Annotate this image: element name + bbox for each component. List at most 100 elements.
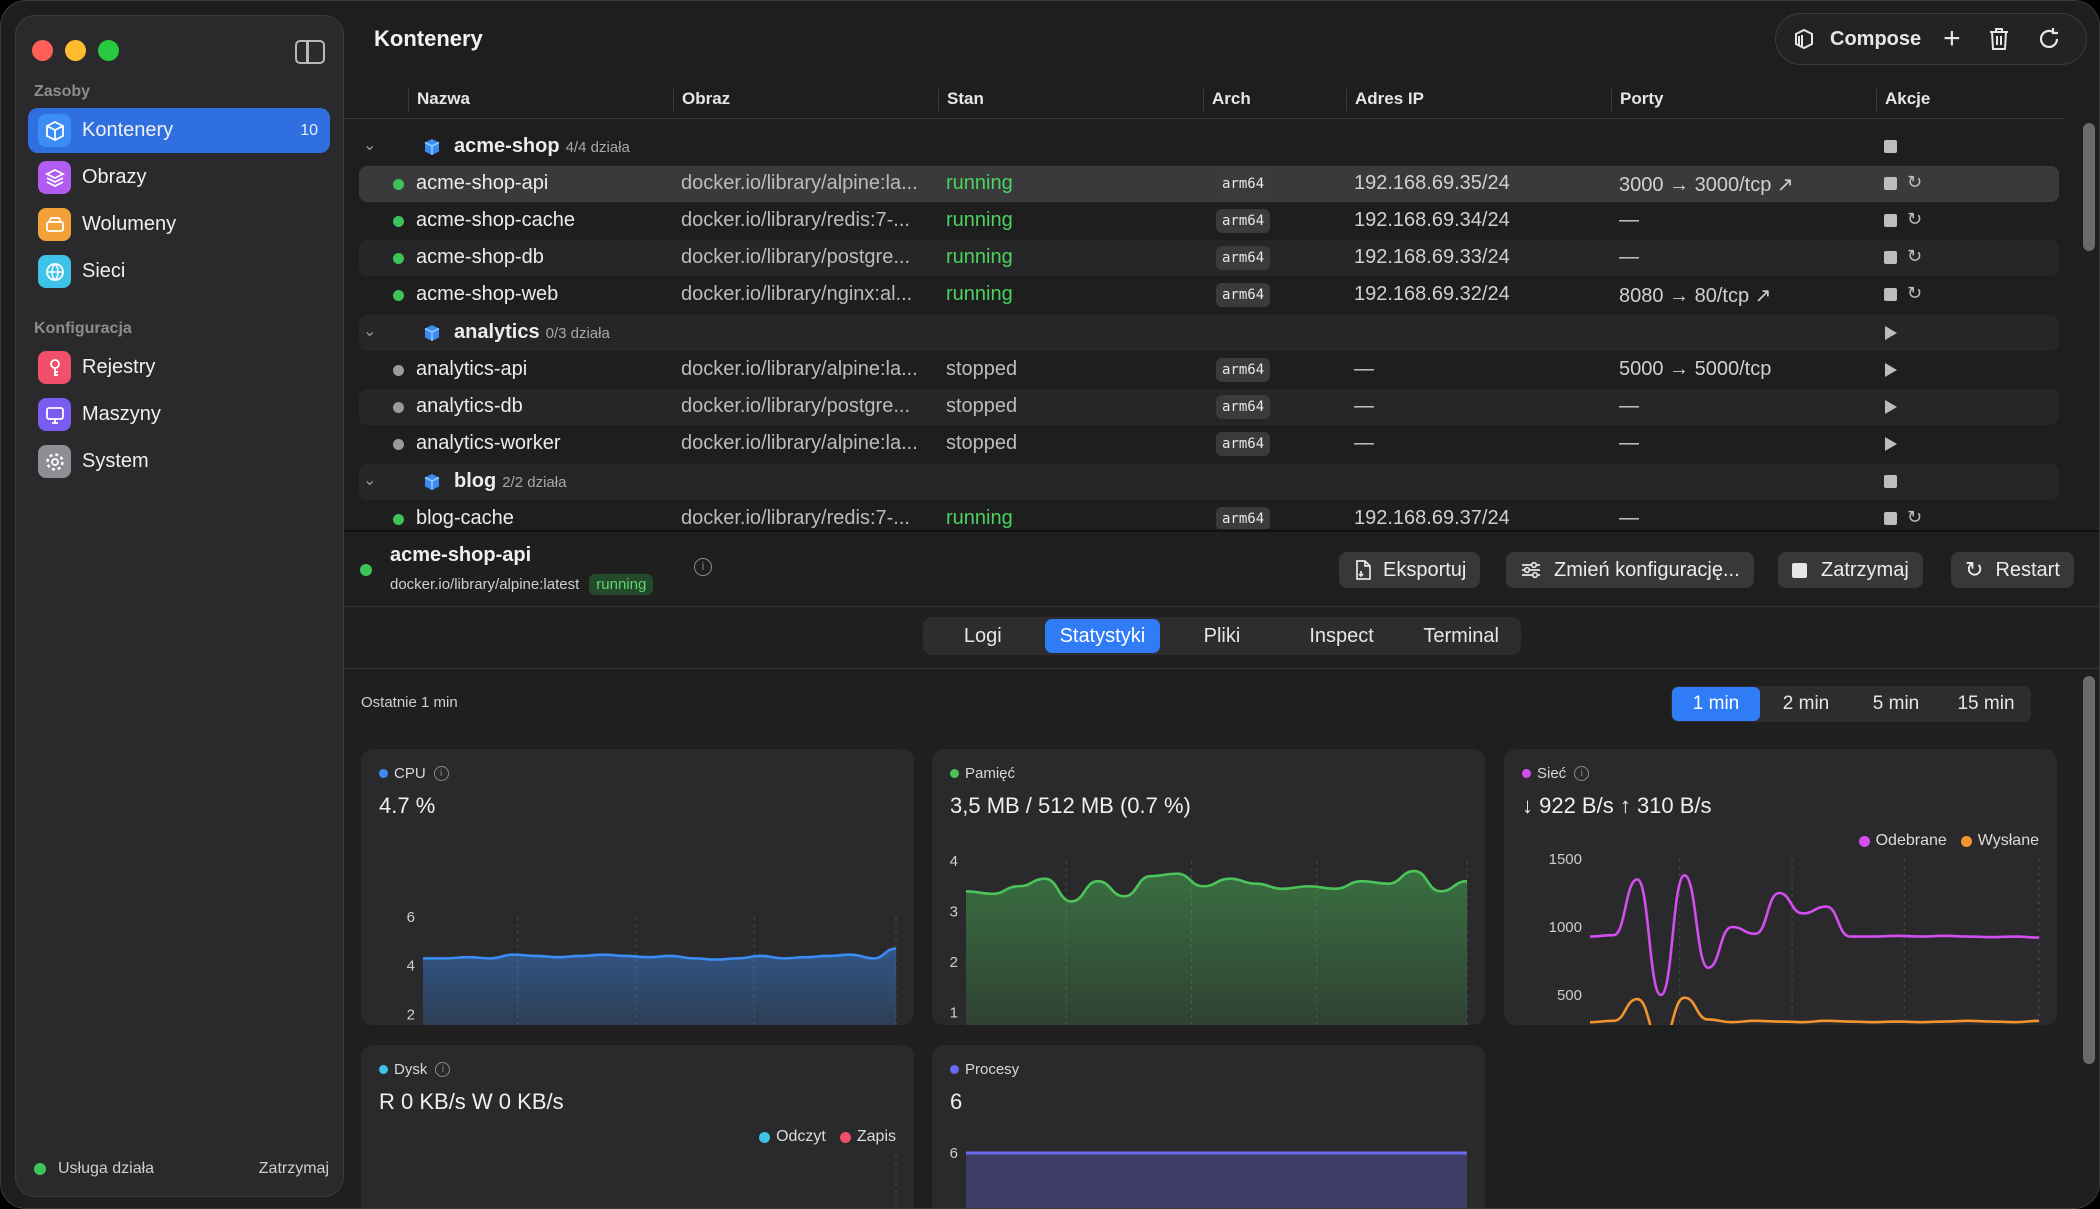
table-row[interactable]: acme-shop-web docker.io/library/nginx:al… [359, 277, 2059, 313]
detail-container-name: acme-shop-api [390, 544, 532, 566]
tab-terminal[interactable]: Terminal [1403, 619, 1519, 653]
refresh-icon[interactable] [2036, 26, 2062, 52]
network-title: Sieć [1537, 765, 1567, 782]
restart-label: Restart [1995, 558, 2060, 581]
network-chart: 05001000150011:39:2211:39:3711:39:52 [1549, 851, 2040, 1025]
container-ports[interactable]: 8080 → 80/tcp ↗ [1619, 283, 1771, 308]
column-header-name[interactable]: Nazwa [408, 89, 470, 111]
table-row[interactable]: analytics-api docker.io/library/alpine:l… [359, 352, 2059, 388]
stop-icon[interactable] [1884, 475, 1897, 488]
sidebar-item-registries[interactable]: Rejestry [28, 345, 330, 390]
column-header-ip[interactable]: Adres IP [1346, 89, 1424, 111]
sidebar-item-label: System [82, 450, 149, 472]
received-legend-dot-icon [1858, 835, 1870, 847]
table-row[interactable]: analytics-db docker.io/library/postgre..… [359, 389, 2059, 425]
restart-icon[interactable]: ↻ [1907, 209, 1922, 230]
restart-icon[interactable]: ↻ [1907, 283, 1922, 304]
detail-scrollbar[interactable] [2083, 676, 2095, 1064]
column-header-actions[interactable]: Akcje [1876, 89, 1930, 111]
container-ports: 5000 → 5000/tcp [1619, 358, 1772, 380]
container-ports: — [1619, 432, 1639, 454]
restart-icon[interactable]: ↻ [1907, 172, 1922, 193]
tab-stats[interactable]: Statystyki [1044, 619, 1161, 653]
tab-inspect[interactable]: Inspect [1284, 619, 1400, 653]
info-icon[interactable]: i [1574, 766, 1590, 781]
column-header-image[interactable]: Obraz [673, 89, 730, 111]
group-row-blog[interactable]: ⌄ blog 2/2 działa [359, 464, 2059, 500]
stop-icon[interactable] [1884, 288, 1897, 301]
container-state: running [946, 507, 1013, 529]
stop-icon[interactable] [1884, 512, 1897, 525]
column-header-ports[interactable]: Porty [1611, 89, 1663, 111]
chevron-down-icon[interactable]: ⌄ [363, 321, 376, 341]
network-card: 05001000150011:39:2211:39:3711:39:52 Sie… [1504, 749, 2057, 1025]
restart-icon[interactable]: ↻ [1907, 507, 1922, 528]
stop-icon[interactable] [1884, 177, 1897, 190]
sidebar-item-volumes[interactable]: Wolumeny [28, 202, 330, 247]
play-icon[interactable] [1885, 363, 1897, 377]
sidebar-toggle-icon[interactable] [295, 40, 325, 64]
detail-tabs: Logi Statystyki Pliki Inspect Terminal [923, 617, 1521, 655]
export-button[interactable]: Eksportuj [1339, 552, 1481, 588]
sidebar-item-networks[interactable]: Sieci [28, 249, 330, 294]
status-dot-icon [360, 564, 372, 576]
container-ports[interactable]: 3000 → 3000/tcp ↗ [1619, 172, 1794, 197]
layers-icon [38, 161, 71, 194]
restart-icon[interactable]: ↻ [1907, 246, 1922, 267]
play-icon[interactable] [1885, 437, 1897, 451]
container-state: stopped [946, 358, 1018, 380]
close-window-button[interactable] [32, 40, 53, 61]
edit-config-button[interactable]: Zmień konfigurację... [1506, 552, 1754, 588]
sidebar-item-images[interactable]: Obrazy [28, 155, 330, 200]
info-icon[interactable]: i [433, 766, 449, 781]
sidebar-item-machines[interactable]: Maszyny [28, 392, 330, 437]
stop-service-button[interactable]: Zatrzymaj [259, 1160, 329, 1178]
range-15min[interactable]: 15 min [1942, 687, 2030, 721]
tab-files[interactable]: Pliki [1164, 619, 1280, 653]
column-header-state[interactable]: Stan [938, 89, 984, 111]
restart-button[interactable]: ↻ Restart [1951, 552, 2074, 588]
minimize-window-button[interactable] [65, 40, 86, 61]
processes-card: 46 Procesy 6 [932, 1045, 1485, 1208]
status-dot-icon [393, 514, 404, 525]
stop-container-button[interactable]: Zatrzymaj [1778, 552, 1923, 588]
legend-write: Zapis [856, 1128, 896, 1145]
group-row-analytics[interactable]: ⌄ analytics 0/3 działa [359, 315, 2059, 351]
table-row[interactable]: blog-cache docker.io/library/redis:7-...… [359, 501, 2059, 529]
memory-ytick-label: 4 [950, 853, 958, 870]
container-state: running [946, 209, 1013, 231]
stop-icon[interactable] [1884, 140, 1897, 153]
info-icon[interactable]: i [435, 1062, 451, 1077]
memory-ytick-label: 1 [950, 1005, 958, 1022]
sidebar-item-containers[interactable]: Kontenery 10 [28, 108, 330, 153]
legend-received: Odebrane [1875, 832, 1947, 849]
container-ip: — [1354, 358, 1374, 380]
add-icon[interactable]: + [1943, 24, 1961, 54]
cpu-legend-dot-icon [379, 769, 388, 778]
tab-logs[interactable]: Logi [925, 619, 1041, 653]
processes-ytick-label: 6 [950, 1145, 958, 1162]
stop-icon[interactable] [1884, 214, 1897, 227]
range-2min[interactable]: 2 min [1762, 687, 1850, 721]
zoom-window-button[interactable] [98, 40, 119, 61]
table-row[interactable]: acme-shop-db docker.io/library/postgre..… [359, 240, 2059, 276]
group-row-acme-shop[interactable]: ⌄ acme-shop 4/4 działa [359, 129, 2059, 165]
chevron-down-icon[interactable]: ⌄ [363, 470, 376, 490]
table-row[interactable]: acme-shop-api docker.io/library/alpine:l… [359, 166, 2059, 202]
play-icon[interactable] [1885, 400, 1897, 414]
column-header-arch[interactable]: Arch [1203, 89, 1251, 111]
info-icon[interactable]: i [694, 558, 712, 576]
sidebar-item-system[interactable]: System [28, 439, 330, 484]
stop-icon[interactable] [1884, 251, 1897, 264]
range-1min[interactable]: 1 min [1672, 687, 1760, 721]
play-icon[interactable] [1885, 326, 1897, 340]
container-image: docker.io/library/alpine:la... [681, 358, 918, 380]
table-row[interactable]: acme-shop-cache docker.io/library/redis:… [359, 203, 2059, 239]
range-5min[interactable]: 5 min [1852, 687, 1940, 721]
trash-icon[interactable] [1987, 26, 2011, 52]
compose-button[interactable]: Compose [1790, 25, 1921, 53]
chevron-down-icon[interactable]: ⌄ [363, 135, 376, 155]
table-scrollbar[interactable] [2083, 123, 2095, 251]
container-state: stopped [946, 432, 1018, 454]
table-row[interactable]: analytics-worker docker.io/library/alpin… [359, 426, 2059, 462]
